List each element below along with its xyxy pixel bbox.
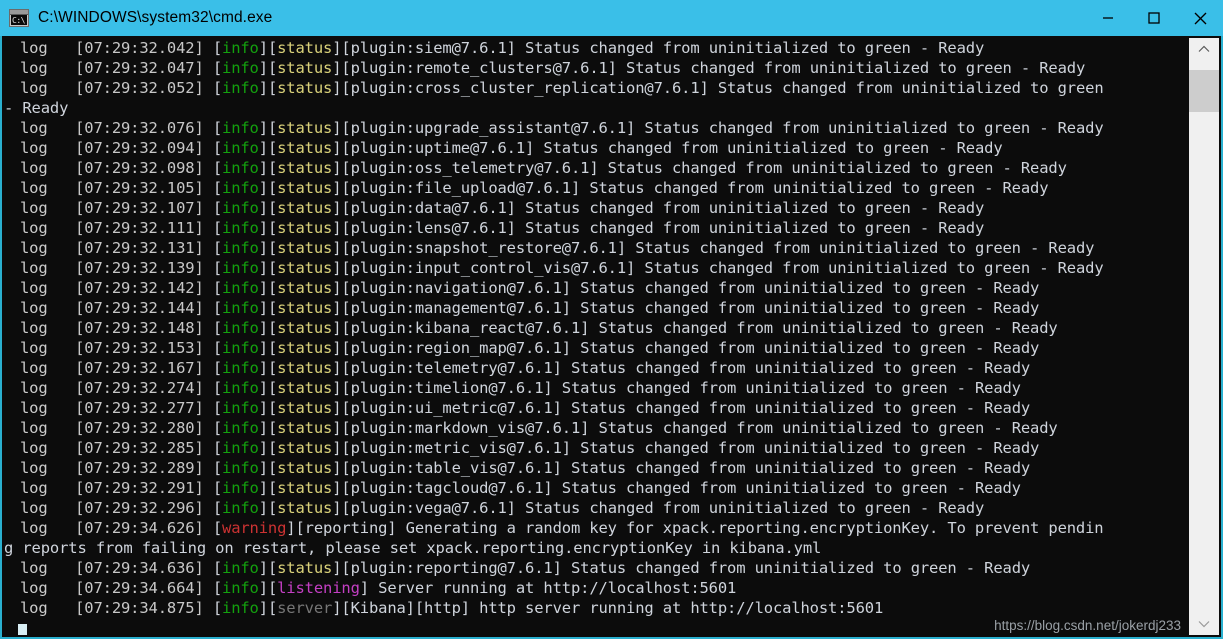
- console-line: log [07:29:34.626] [warning][reporting] …: [20, 519, 1104, 537]
- text-cursor: [18, 624, 27, 635]
- console-line: log [07:29:32.105] [info][status][plugin…: [20, 179, 1049, 197]
- console-line: log [07:29:32.274] [info][status][plugin…: [20, 379, 1021, 397]
- scrollbar-thumb[interactable]: [1189, 70, 1219, 112]
- maximize-button[interactable]: [1131, 0, 1177, 36]
- scroll-down-icon[interactable]: [1189, 613, 1219, 635]
- console-line: log [07:29:32.094] [info][status][plugin…: [20, 139, 1003, 157]
- console-line: log [07:29:32.131] [info][status][plugin…: [20, 239, 1095, 257]
- console-line: log [07:29:32.052] [info][status][plugin…: [20, 79, 1104, 97]
- console-body[interactable]: log [07:29:32.042] [info][status][plugin…: [0, 36, 1223, 639]
- console-line: log [07:29:32.139] [info][status][plugin…: [20, 259, 1104, 277]
- console-line: log [07:29:32.167] [info][status][plugin…: [20, 359, 1031, 377]
- console-line: log [07:29:32.289] [info][status][plugin…: [20, 459, 1031, 477]
- console-line: log [07:29:32.153] [info][status][plugin…: [20, 339, 1040, 357]
- title-bar[interactable]: C:\ C:\WINDOWS\system32\cmd.exe: [0, 0, 1223, 36]
- cmd-window: C:\ C:\WINDOWS\system32\cmd.exe log [07:…: [0, 0, 1223, 639]
- console-line: log [07:29:32.142] [info][status][plugin…: [20, 279, 1040, 297]
- console-line: log [07:29:32.144] [info][status][plugin…: [20, 299, 1040, 317]
- scroll-up-icon[interactable]: [1189, 38, 1219, 60]
- console-line: log [07:29:32.042] [info][status][plugin…: [20, 39, 985, 57]
- console-line: log [07:29:32.296] [info][status][plugin…: [20, 499, 985, 517]
- vertical-scrollbar[interactable]: [1189, 38, 1219, 635]
- scrollbar-track[interactable]: [1189, 60, 1219, 613]
- cmd-icon-prompt: C:\: [11, 15, 27, 25]
- console-line: log [07:29:32.285] [info][status][plugin…: [20, 439, 1040, 457]
- console-line-continuation: g reports from failing on restart, pleas…: [4, 539, 822, 557]
- console-line: log [07:29:32.098] [info][status][plugin…: [20, 159, 1067, 177]
- console-line: log [07:29:32.291] [info][status][plugin…: [20, 479, 1021, 497]
- console-line: log [07:29:32.280] [info][status][plugin…: [20, 419, 1058, 437]
- console-line: log [07:29:32.076] [info][status][plugin…: [20, 119, 1104, 137]
- window-controls: [1085, 0, 1223, 36]
- console-line: log [07:29:32.107] [info][status][plugin…: [20, 199, 985, 217]
- close-button[interactable]: [1177, 0, 1223, 36]
- console-line: log [07:29:34.875] [info][server][Kibana…: [20, 599, 884, 617]
- window-title: C:\WINDOWS\system32\cmd.exe: [38, 9, 273, 26]
- minimize-button[interactable]: [1085, 0, 1131, 36]
- cmd-icon: C:\: [9, 9, 29, 27]
- console-output: log [07:29:32.042] [info][status][plugin…: [4, 38, 1193, 635]
- console-line: log [07:29:34.664] [info][listening] Ser…: [20, 579, 737, 597]
- console-line: log [07:29:32.277] [info][status][plugin…: [20, 399, 1031, 417]
- console-line: log [07:29:34.636] [info][status][plugin…: [20, 559, 1031, 577]
- console-line: log [07:29:32.111] [info][status][plugin…: [20, 219, 985, 237]
- console-line: log [07:29:32.148] [info][status][plugin…: [20, 319, 1058, 337]
- console-line: log [07:29:32.047] [info][status][plugin…: [20, 59, 1086, 77]
- console-line-continuation: - Ready: [4, 99, 69, 117]
